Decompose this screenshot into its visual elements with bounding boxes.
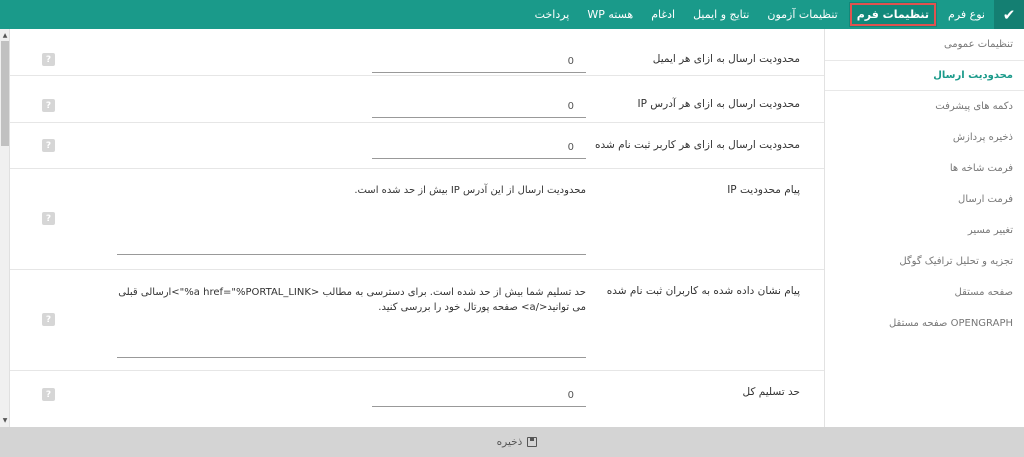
sidebar-item-standalone-page[interactable]: صفحه مستقل — [825, 277, 1024, 308]
scroll-down-icon[interactable]: ▼ — [1, 415, 9, 425]
ip-limit-input[interactable] — [372, 96, 586, 118]
footer-bar: ذخیره — [0, 427, 1024, 457]
setting-row-ip-limit: محدودیت ارسال به ازای هر آدرس IP ? — [10, 76, 824, 123]
setting-row-user-limit: محدودیت ارسال به ازای هر کاربر ثبت نام ش… — [10, 123, 824, 169]
sidebar-item-google-analytics[interactable]: تجزیه و تحلیل ترافیک گوگل — [825, 246, 1024, 277]
help-icon[interactable]: ? — [42, 53, 55, 66]
scroll-thumb[interactable] — [1, 41, 9, 146]
setting-label: محدودیت ارسال به ازای هر ایمیل — [652, 53, 800, 65]
sidebar-item-submit-format[interactable]: فرمت ارسال — [825, 184, 1024, 215]
help-icon[interactable]: ? — [42, 388, 55, 401]
ip-message-textarea[interactable]: محدودیت ارسال از این آدرس IP بیش از حد ش… — [117, 183, 586, 255]
scrollbar[interactable]: ▲ ▼ — [0, 29, 10, 427]
tab-form-type[interactable]: نوع فرم — [939, 0, 994, 29]
total-limit-input[interactable] — [372, 385, 586, 407]
sidebar-item-redirect[interactable]: تغییر مسیر — [825, 215, 1024, 246]
setting-row-total-limit: حد تسلیم کل ? — [10, 371, 824, 427]
tab-results-email[interactable]: نتایج و ایمیل — [684, 0, 758, 29]
setting-row-user-message: پیام نشان داده شده به کاربران ثبت نام شد… — [10, 270, 824, 371]
settings-sidebar: تنظیمات عمومی محدودیت ارسال دکمه های پیش… — [824, 29, 1024, 427]
settings-panel: محدودیت ارسال به ازای هر ایمیل ? محدودیت… — [10, 29, 824, 427]
setting-label: محدودیت ارسال به ازای هر کاربر ثبت نام ش… — [594, 139, 800, 151]
sidebar-item-save-progress[interactable]: ذخیره پردازش — [825, 122, 1024, 153]
tab-wp-core[interactable]: هسته WP — [578, 0, 642, 29]
top-nav: ✔ نوع فرم تنظیمات فرم تنظیمات آزمون نتای… — [0, 0, 1024, 29]
tab-form-settings[interactable]: تنظیمات فرم — [848, 2, 938, 27]
scroll-up-icon[interactable]: ▲ — [1, 30, 9, 40]
tab-quiz-settings[interactable]: تنظیمات آزمون — [758, 0, 846, 29]
setting-label: حد تسلیم کل — [742, 386, 800, 398]
sidebar-item-submission-limit[interactable]: محدودیت ارسال — [825, 60, 1024, 91]
help-icon[interactable]: ? — [42, 139, 55, 152]
email-limit-input[interactable] — [372, 51, 586, 73]
user-limit-input[interactable] — [372, 137, 586, 159]
setting-row-ip-message: پیام محدودیت IP محدودیت ارسال از این آدر… — [10, 169, 824, 270]
setting-label: پیام نشان داده شده به کاربران ثبت نام شد… — [606, 285, 800, 297]
sidebar-item-field-format[interactable]: فرمت شاخه ها — [825, 153, 1024, 184]
setting-label: محدودیت ارسال به ازای هر آدرس IP — [637, 98, 800, 110]
help-icon[interactable]: ? — [42, 99, 55, 112]
sidebar-item-general[interactable]: تنظیمات عمومی — [825, 29, 1024, 60]
save-icon — [527, 437, 538, 447]
check-icon[interactable]: ✔ — [994, 0, 1024, 29]
user-message-textarea[interactable]: حد تسلیم شما بیش از حد شده است. برای دست… — [117, 285, 586, 358]
save-label: ذخیره — [496, 436, 523, 448]
tab-integration[interactable]: ادغام — [642, 0, 684, 29]
setting-label: پیام محدودیت IP — [727, 184, 800, 196]
sidebar-item-progress-buttons[interactable]: دکمه های پیشرفت — [825, 91, 1024, 122]
sidebar-item-standalone-opengraph[interactable]: OPENGRAPH صفحه مستقل — [825, 308, 1024, 339]
help-icon[interactable]: ? — [42, 212, 55, 225]
tab-payment[interactable]: پرداخت — [526, 0, 579, 29]
setting-row-email-limit: محدودیت ارسال به ازای هر ایمیل ? — [10, 29, 824, 76]
help-icon[interactable]: ? — [42, 313, 55, 326]
check-glyph: ✔ — [1002, 5, 1016, 24]
save-button[interactable]: ذخیره — [497, 436, 538, 448]
